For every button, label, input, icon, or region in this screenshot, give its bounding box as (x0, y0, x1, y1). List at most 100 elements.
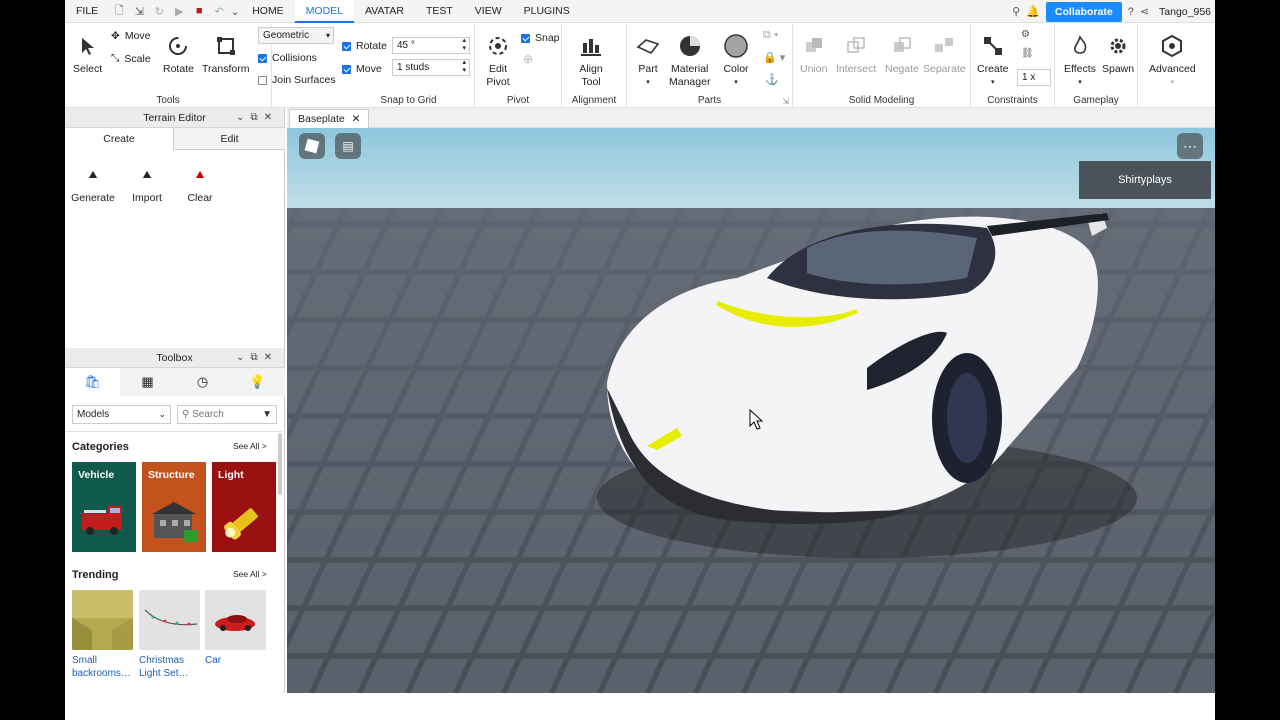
trending-label-2[interactable]: Christmas Light Set… (139, 654, 209, 680)
filter-icon[interactable]: ▼ (262, 406, 272, 423)
move-snap-toggle[interactable]: Move (342, 63, 382, 75)
help-icon[interactable]: ? (1128, 6, 1134, 18)
snap-mode-dropdown[interactable]: Geometric ▾ (258, 27, 334, 44)
open-file-icon[interactable]: ⇲ (129, 0, 149, 23)
tab-model[interactable]: MODEL (294, 0, 355, 23)
toolbox-tab-creations[interactable]: 💡 (230, 368, 285, 396)
intersect-tool[interactable]: Intersect (836, 33, 876, 76)
select-tool[interactable]: Select (73, 33, 102, 76)
trending-label-3[interactable]: Car (205, 654, 275, 667)
rotate-snap-toggle[interactable]: Rotate (342, 40, 387, 52)
spawn-label: Spawn (1102, 63, 1135, 75)
constraint-icon (980, 33, 1006, 59)
anchor-icon[interactable]: ⚓ (765, 73, 779, 86)
generate-terrain-tool[interactable]: ⛰ Generate (71, 162, 115, 205)
category-light[interactable]: Light (212, 462, 276, 552)
category-vehicle[interactable]: Vehicle (72, 462, 136, 552)
trending-see-all-link[interactable]: See All > (233, 569, 267, 579)
stepper-icon[interactable]: ▴ ▾ (462, 59, 466, 75)
constraint-scale-input[interactable]: 1 x (1017, 69, 1051, 86)
join-surfaces-toggle[interactable]: Join Surfaces (258, 74, 336, 86)
collisions-checkbox[interactable] (258, 53, 267, 63)
toolbox-tab-recent[interactable]: ◷ (175, 368, 230, 396)
panel-controls-icon[interactable]: ⌄⧉✕ (236, 108, 278, 128)
join-surfaces-checkbox[interactable] (258, 75, 267, 85)
create-constraint-tool[interactable]: Create ▾ (977, 33, 1009, 89)
group-icon[interactable]: ⧉ ▾ (763, 29, 779, 42)
terrain-editor-header: Terrain Editor ⌄⧉✕ (65, 108, 284, 128)
align-tool[interactable]: Align Tool (578, 33, 604, 89)
move-tool[interactable]: ✥ Move (111, 30, 151, 42)
scale-tool[interactable]: ⤡ Scale (111, 52, 151, 65)
new-file-icon[interactable]: 🗋 (109, 0, 129, 23)
import-terrain-tool[interactable]: ⛰ Import (127, 162, 167, 205)
separate-tool[interactable]: Separate (923, 33, 966, 76)
category-structure[interactable]: Structure (142, 462, 206, 552)
scale-icon: ⤡ (111, 52, 120, 64)
material-manager-tool[interactable]: Material Manager (669, 33, 710, 89)
constraint-details-icon[interactable]: ⚙ (1021, 29, 1030, 40)
play-icon[interactable]: ▶ (169, 0, 189, 23)
lock-icon[interactable]: 🔒 ▾ (763, 51, 785, 64)
move-snap-checkbox[interactable] (342, 64, 351, 74)
undo-icon[interactable]: ↶ (209, 0, 229, 23)
constraint-weld-icon[interactable]: ⛓ (1021, 48, 1034, 59)
move-increment-input[interactable]: 1 studs ▴ ▾ (392, 59, 470, 76)
tab-view[interactable]: VIEW (464, 0, 513, 23)
toolbox-search-input[interactable]: ⚲ Search ▼ (177, 405, 277, 424)
rotate-increment-input[interactable]: 45 ° ▴ ▾ (392, 37, 470, 54)
toolbox-tab-inventory[interactable]: ▦ (120, 368, 175, 396)
collisions-toggle[interactable]: Collisions (258, 52, 317, 64)
toolbox-category-dropdown[interactable]: Models ⌄ (72, 405, 171, 424)
quick-access-dropdown-icon[interactable]: ⌄ (229, 0, 241, 23)
username[interactable]: Tango_956 (1159, 6, 1211, 18)
fire-truck-icon (82, 506, 122, 535)
pivot-snap-checkbox[interactable] (521, 33, 530, 43)
tab-create[interactable]: Create (65, 128, 174, 150)
close-icon[interactable]: ✕ (352, 113, 361, 125)
tab-baseplate[interactable]: Baseplate ✕ (289, 109, 370, 128)
categories-see-all-link[interactable]: See All > (233, 441, 267, 451)
cloud-icon[interactable]: ⚲ (1012, 5, 1020, 18)
transform-tool[interactable]: Transform (202, 33, 249, 76)
trending-item-christmas-lights[interactable] (139, 590, 200, 650)
toolbox-scrollbar[interactable] (278, 433, 282, 495)
share-icon[interactable]: ⋖ (1140, 5, 1149, 18)
pivot-secondary-icon[interactable]: ⊕ (523, 52, 533, 66)
tab-edit[interactable]: Edit (174, 128, 285, 150)
spawn-tool[interactable]: Spawn (1102, 33, 1134, 76)
tab-avatar[interactable]: AVATAR (354, 0, 415, 23)
tab-home[interactable]: HOME (241, 0, 295, 23)
pivot-snap-toggle[interactable]: Snap (521, 32, 560, 44)
advanced-tool[interactable]: Advanced ▾ (1149, 33, 1196, 89)
trending-item-car[interactable] (205, 590, 266, 650)
notification-icon[interactable]: 🔔 (1026, 5, 1040, 18)
rotate-snap-checkbox[interactable] (342, 41, 351, 51)
collaborate-button[interactable]: Collaborate (1045, 1, 1122, 22)
edit-pivot-tool[interactable]: Edit Pivot (485, 33, 511, 89)
trending-item-small-backrooms[interactable] (72, 590, 133, 650)
toolbox-tab-marketplace[interactable]: 🛍 (65, 368, 120, 396)
roblox-menu-button[interactable] (299, 133, 325, 159)
trending-label-1[interactable]: Small backrooms… (72, 654, 142, 680)
menu-file[interactable]: FILE (65, 0, 109, 23)
redo-icon[interactable]: ↻ (149, 0, 169, 23)
3d-viewport[interactable]: ▤ ⋯ Shirtyplays (287, 128, 1215, 693)
part-tool[interactable]: Part ▾ (635, 33, 661, 89)
tab-test[interactable]: TEST (415, 0, 464, 23)
chat-button[interactable]: ▤ (335, 133, 361, 159)
negate-tool[interactable]: Negate (885, 33, 919, 76)
panel-controls-icon[interactable]: ⌄⧉✕ (236, 348, 278, 368)
stop-icon[interactable]: ■ (189, 0, 209, 23)
stepper-icon[interactable]: ▴ ▾ (462, 37, 466, 53)
collisions-label: Collisions (272, 52, 317, 64)
expand-icon[interactable]: ⇲ (782, 97, 789, 106)
effects-tool[interactable]: Effects ▾ (1064, 33, 1096, 89)
rotate-tool[interactable]: Rotate (163, 33, 194, 76)
color-tool[interactable]: Color ▾ (723, 33, 749, 89)
union-tool[interactable]: Union (800, 33, 827, 76)
more-options-button[interactable]: ⋯ (1177, 133, 1203, 159)
player-list-entry[interactable]: Shirtyplays (1079, 161, 1211, 199)
tab-plugins[interactable]: PLUGINS (513, 0, 581, 23)
clear-terrain-tool[interactable]: ⛰ Clear (180, 162, 220, 205)
